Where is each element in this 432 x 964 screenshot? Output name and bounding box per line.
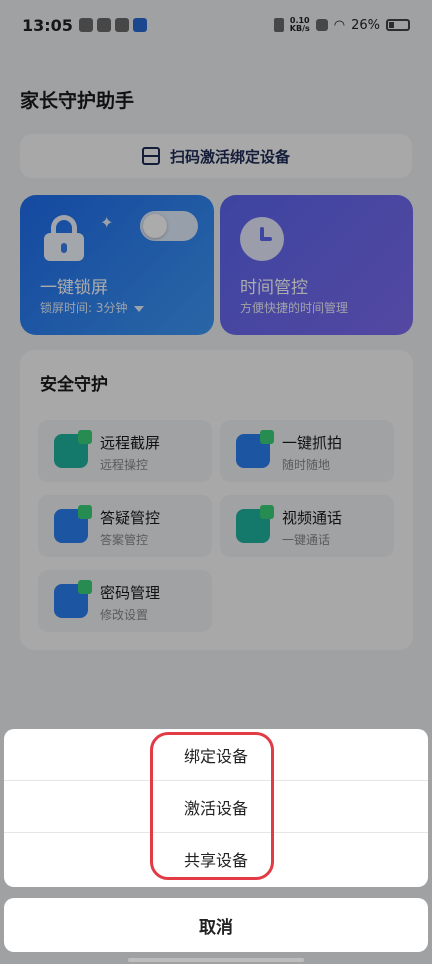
- home-indicator[interactable]: [128, 958, 304, 962]
- cancel-button[interactable]: 取消: [4, 898, 428, 952]
- annotation-highlight: [150, 732, 274, 880]
